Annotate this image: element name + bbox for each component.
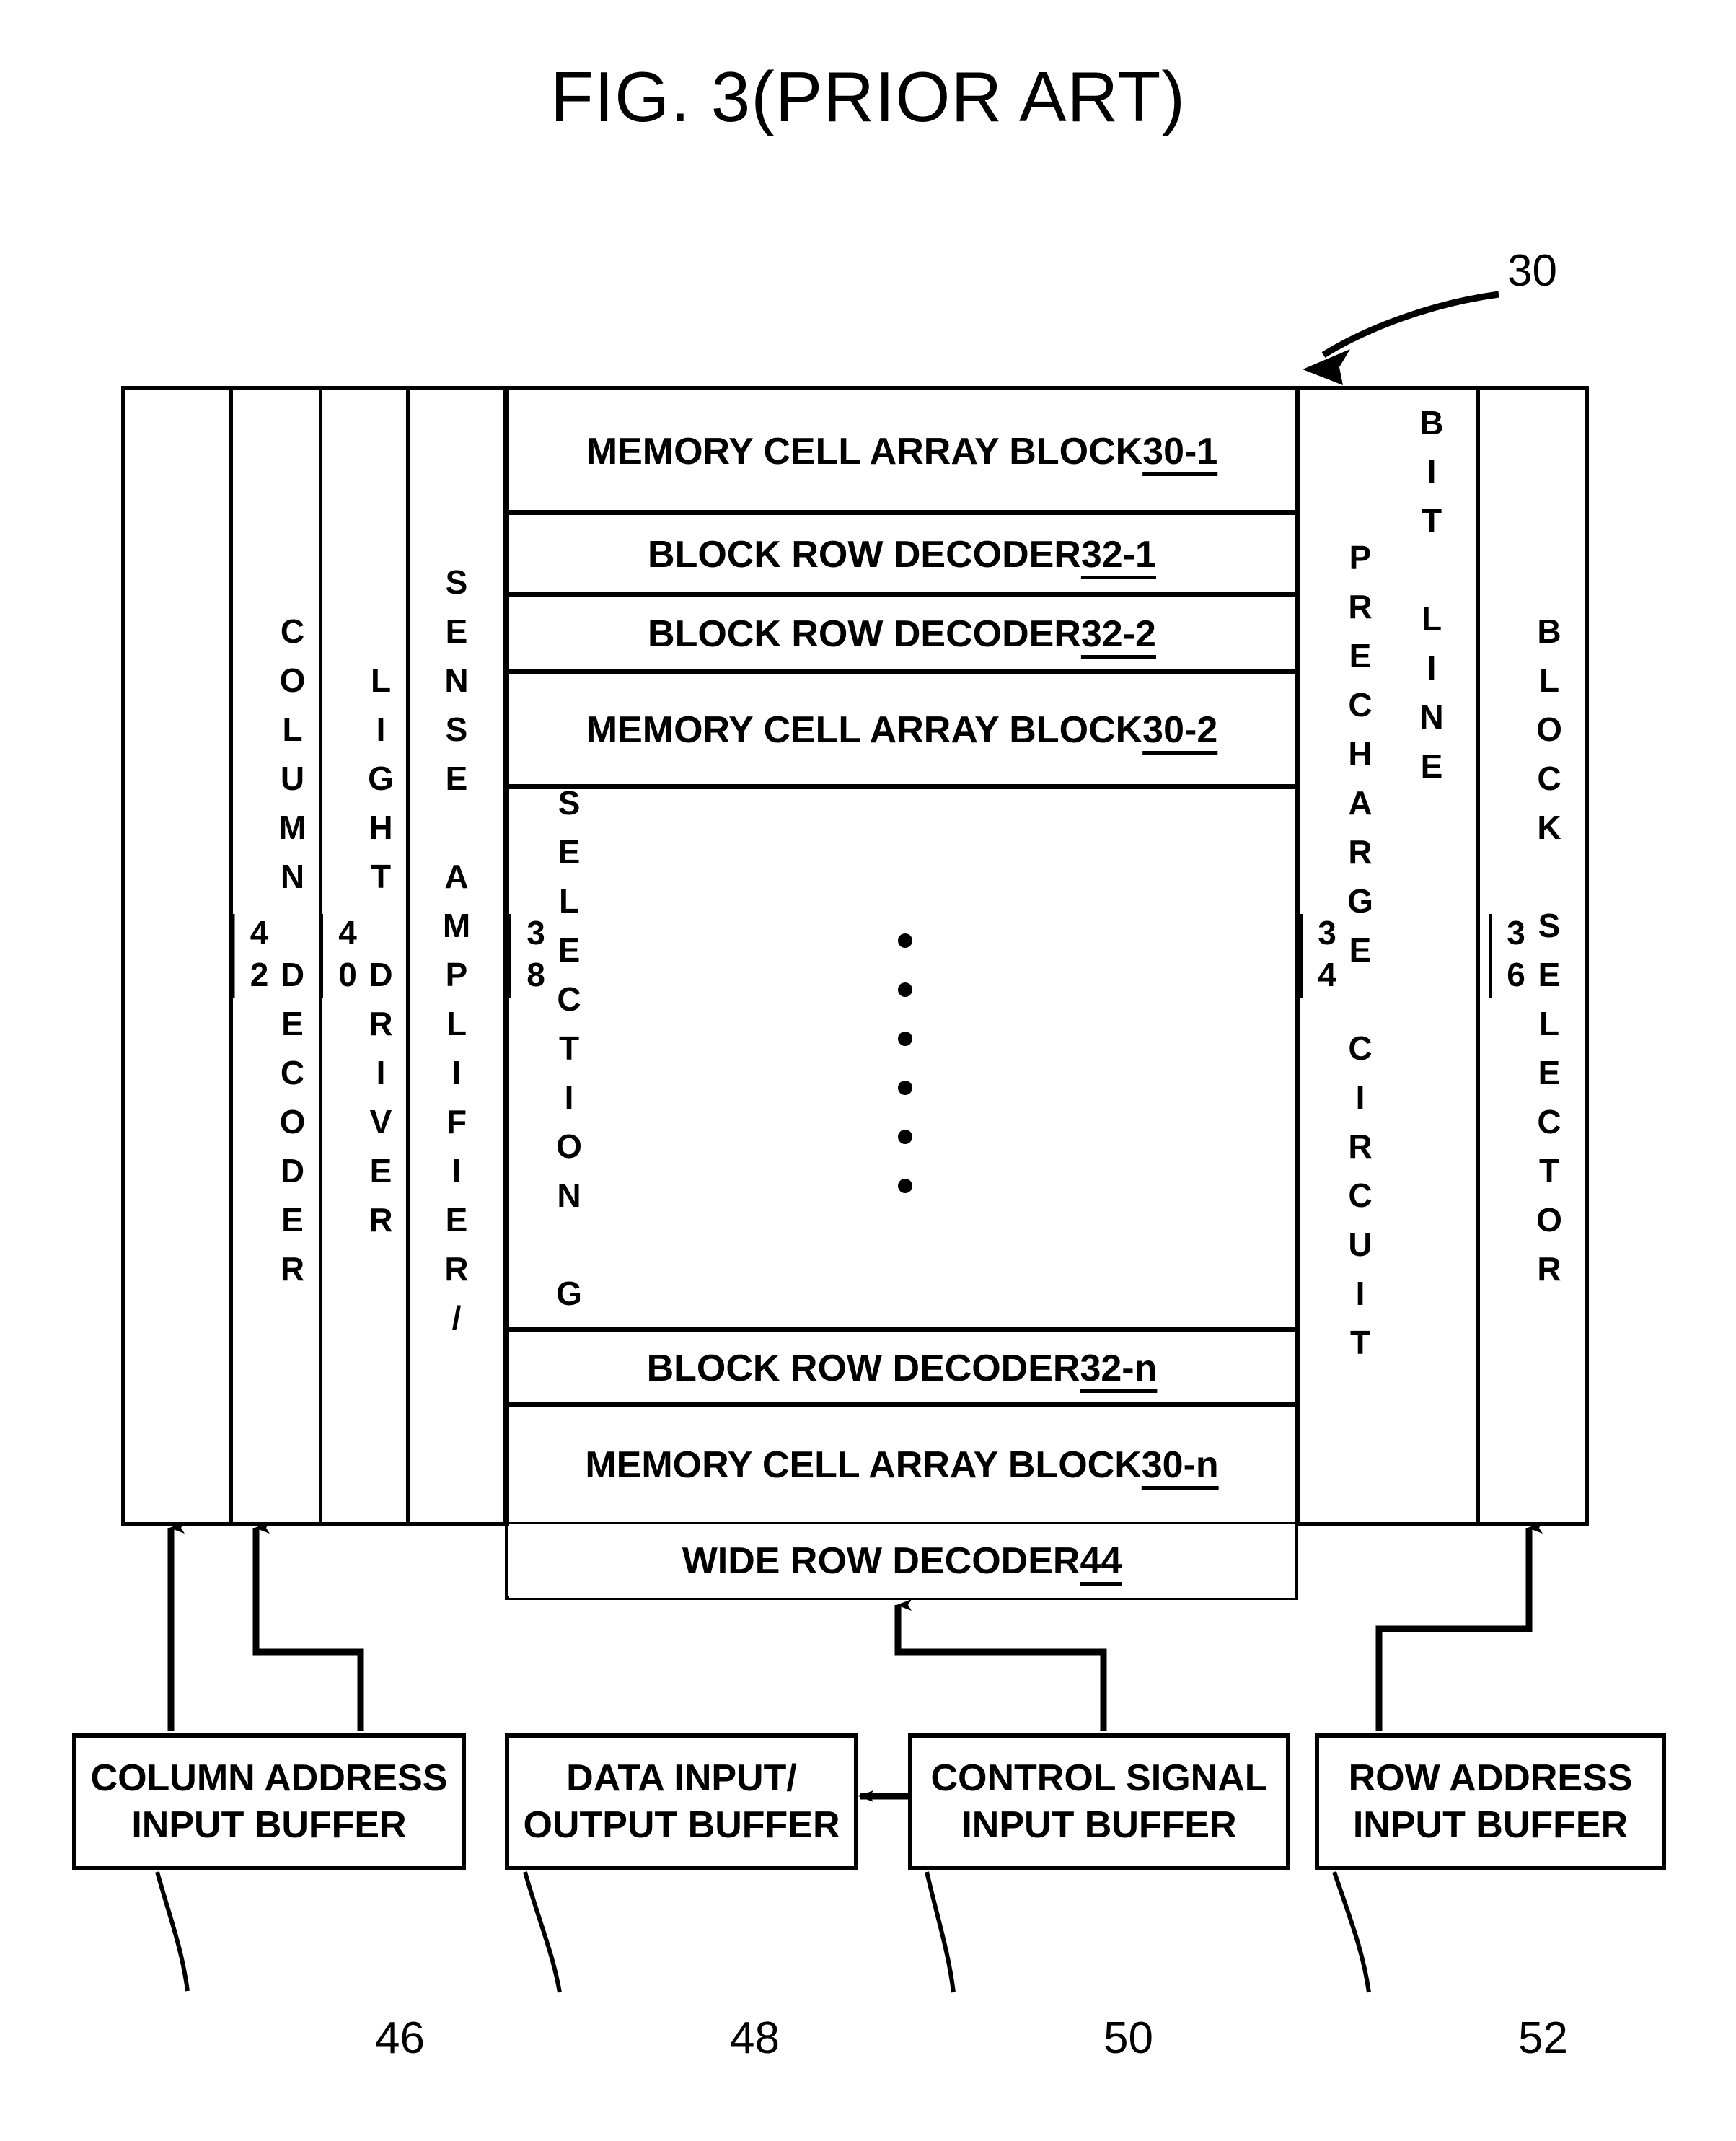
sidebar-item-light-driver: LIGHT DRIVER 40 (322, 390, 406, 1522)
reference-number-30: 30 (1507, 246, 1557, 296)
memory-cell-array-block-30-1: MEMORY CELL ARRAY BLOCK 30-1 (509, 390, 1295, 513)
light-driver-vertical-label: LIGHT DRIVER 40 (329, 661, 400, 1250)
row-divider-2 (505, 592, 1298, 597)
block-row-decoder-32-1: BLOCK ROW DECODER 32-1 (509, 515, 1295, 594)
leader-line-48 (523, 1871, 562, 1993)
column-decoder-vertical-label: COLUMN DECODER 42 (240, 612, 312, 1299)
reference-number-50: 50 (1103, 2013, 1153, 2063)
leader-arrow-30 (1321, 291, 1499, 358)
vertical-ellipsis (898, 916, 912, 1210)
bit-line-vertical-label: BIT LINE (1413, 404, 1450, 796)
divider-col-4 (503, 390, 509, 1522)
sense-amplifier-vertical-label: SENSE AMPLIFIER/ (438, 563, 475, 1348)
block-row-decoder-32-n: BLOCK ROW DECODER 32-n (509, 1332, 1295, 1404)
sidebar-item-sense-amplifier: SENSE AMPLIFIER/ (410, 390, 503, 1522)
wire-data-io-to-sense-amplifier (252, 1522, 364, 1731)
leader-line-50 (925, 1871, 956, 1993)
reference-number-52: 52 (1518, 2013, 1568, 2063)
sidebar-item-bit-line-precharge-circuit: PRECHARGE CIRCUIT 34 (1300, 390, 1387, 1522)
column-address-input-buffer[interactable]: COLUMN ADDRESS INPUT BUFFER (72, 1733, 466, 1870)
wire-control-signal-to-wide-row-decoder (894, 1599, 1107, 1731)
wire-row-address-to-block-selector (1375, 1522, 1543, 1731)
memory-cell-array-block-30-n: MEMORY CELL ARRAY BLOCK 30-n (509, 1407, 1295, 1522)
row-divider-1 (505, 510, 1298, 515)
reference-number-48: 48 (730, 2013, 780, 2063)
row-divider-4 (505, 784, 1298, 789)
row-divider-6 (505, 1402, 1298, 1407)
row-address-input-buffer[interactable]: ROW ADDRESS INPUT BUFFER (1315, 1733, 1666, 1870)
sidebar-item-column-decoder: COLUMN DECODER 42 (233, 390, 319, 1522)
divider-col-5 (1295, 390, 1300, 1522)
sidebar-item-block-selector: BLOCK SELECTOR 36 (1480, 390, 1585, 1522)
block-selector-vertical-label: BLOCK SELECTOR 36 (1497, 612, 1568, 1299)
precharge-circuit-vertical-label: PRECHARGE CIRCUIT 34 (1308, 539, 1379, 1373)
row-divider-5 (505, 1327, 1298, 1332)
sidebar-item-bit-line: BIT LINE (1387, 390, 1476, 1111)
leader-line-46 (155, 1871, 190, 1992)
leader-line-52 (1332, 1871, 1371, 1993)
leader-arrowhead-30 (1303, 349, 1350, 385)
reference-number-46: 46 (375, 2013, 425, 2063)
control-signal-input-buffer[interactable]: CONTROL SIGNAL INPUT BUFFER (908, 1733, 1290, 1870)
figure-title: FIG. 3(PRIOR ART) (550, 57, 1186, 136)
block-row-decoder-32-2: BLOCK ROW DECODER 32-2 (509, 597, 1295, 671)
data-input-output-buffer[interactable]: DATA INPUT/ OUTPUT BUFFER (505, 1733, 858, 1870)
wide-row-decoder-label: WIDE ROW DECODER 44 (509, 1524, 1295, 1598)
memory-cell-array-block-30-2: MEMORY CELL ARRAY BLOCK 30-2 (509, 674, 1295, 786)
row-divider-3 (505, 669, 1298, 674)
